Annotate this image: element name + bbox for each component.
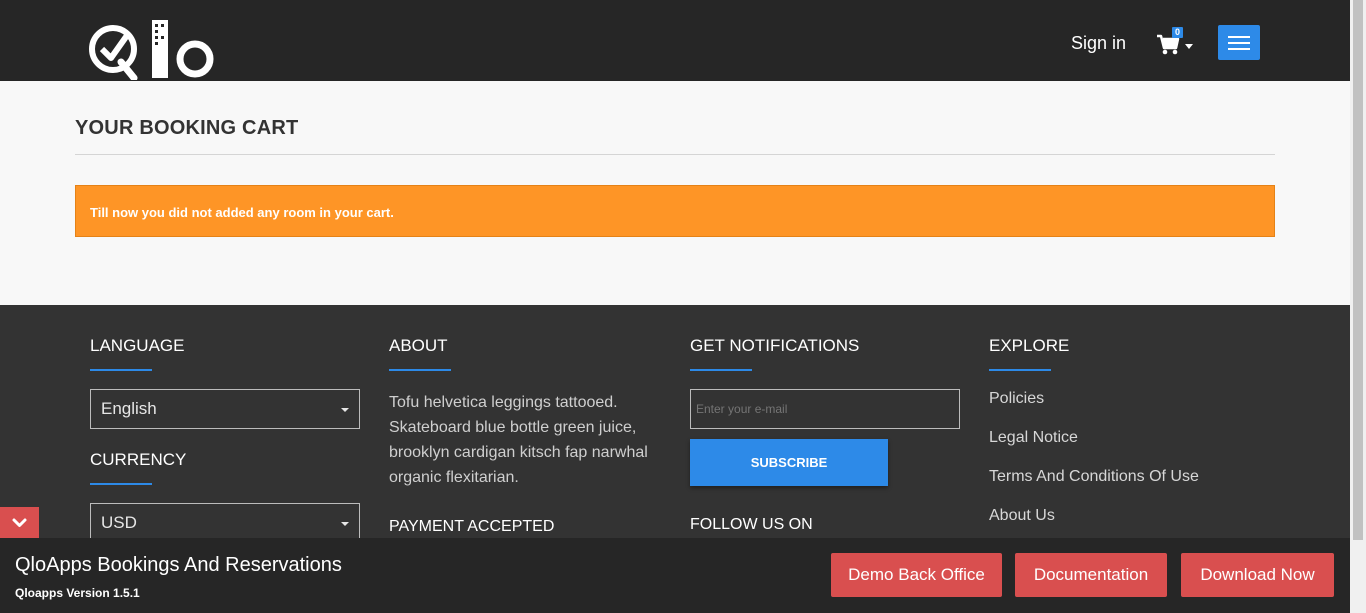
cart-count-badge: 0 [1172,27,1183,38]
title-divider [75,154,1275,155]
bar-title: QloApps Bookings And Reservations [15,554,342,576]
payment-heading: PAYMENT ACCEPTED [389,518,555,535]
caret-down-icon [341,522,349,526]
follow-heading: FOLLOW US ON [690,516,813,533]
demo-info-bar: QloApps Bookings And Reservations Qloapp… [0,538,1350,613]
site-header: Sign in 0 [0,0,1350,82]
explore-link-policies[interactable]: Policies [989,390,1044,408]
documentation-button[interactable]: Documentation [1015,553,1167,597]
cart-button[interactable]: 0 [1156,27,1198,60]
explore-link-terms[interactable]: Terms And Conditions Of Use [989,468,1199,486]
about-heading: ABOUT [389,336,448,355]
chevron-down-icon [12,518,27,527]
heading-underline [90,483,152,485]
heading-underline [389,369,451,371]
site-logo[interactable] [88,18,216,82]
bar-version: Qloapps Version 1.5.1 [15,586,140,600]
language-selected-value: English [101,399,157,418]
caret-down-icon [1185,44,1193,49]
page-scrollbar[interactable] [1350,0,1366,613]
download-now-button[interactable]: Download Now [1181,553,1334,597]
subscribe-button[interactable]: SUBSCRIBE [690,439,888,486]
currency-heading: CURRENCY [90,450,187,469]
scrollbar-thumb[interactable] [1353,0,1363,540]
caret-down-icon [341,408,349,412]
hamburger-menu-button[interactable] [1218,25,1260,60]
language-heading: LANGUAGE [90,336,185,355]
heading-underline [989,369,1051,371]
explore-link-about-us[interactable]: About Us [989,507,1055,525]
page-title: YOUR BOOKING CART [75,117,299,139]
explore-heading: EXPLORE [989,336,1070,355]
signin-link[interactable]: Sign in [1071,33,1126,54]
empty-cart-alert: Till now you did not added any room in y… [75,185,1275,237]
language-select[interactable]: English [90,389,360,429]
explore-link-legal-notice[interactable]: Legal Notice [989,429,1078,447]
notifications-heading: GET NOTIFICATIONS [690,336,860,355]
bottom-bar-toggle[interactable] [0,507,39,538]
about-text: Tofu helvetica leggings tattooed. Skateb… [389,394,648,486]
heading-underline [90,369,152,371]
currency-select[interactable]: USD [90,503,360,543]
heading-underline [690,369,752,371]
currency-selected-value: USD [101,513,137,532]
qlo-logo-icon [89,20,214,82]
email-input[interactable] [690,389,960,429]
demo-back-office-button[interactable]: Demo Back Office [831,553,1002,597]
